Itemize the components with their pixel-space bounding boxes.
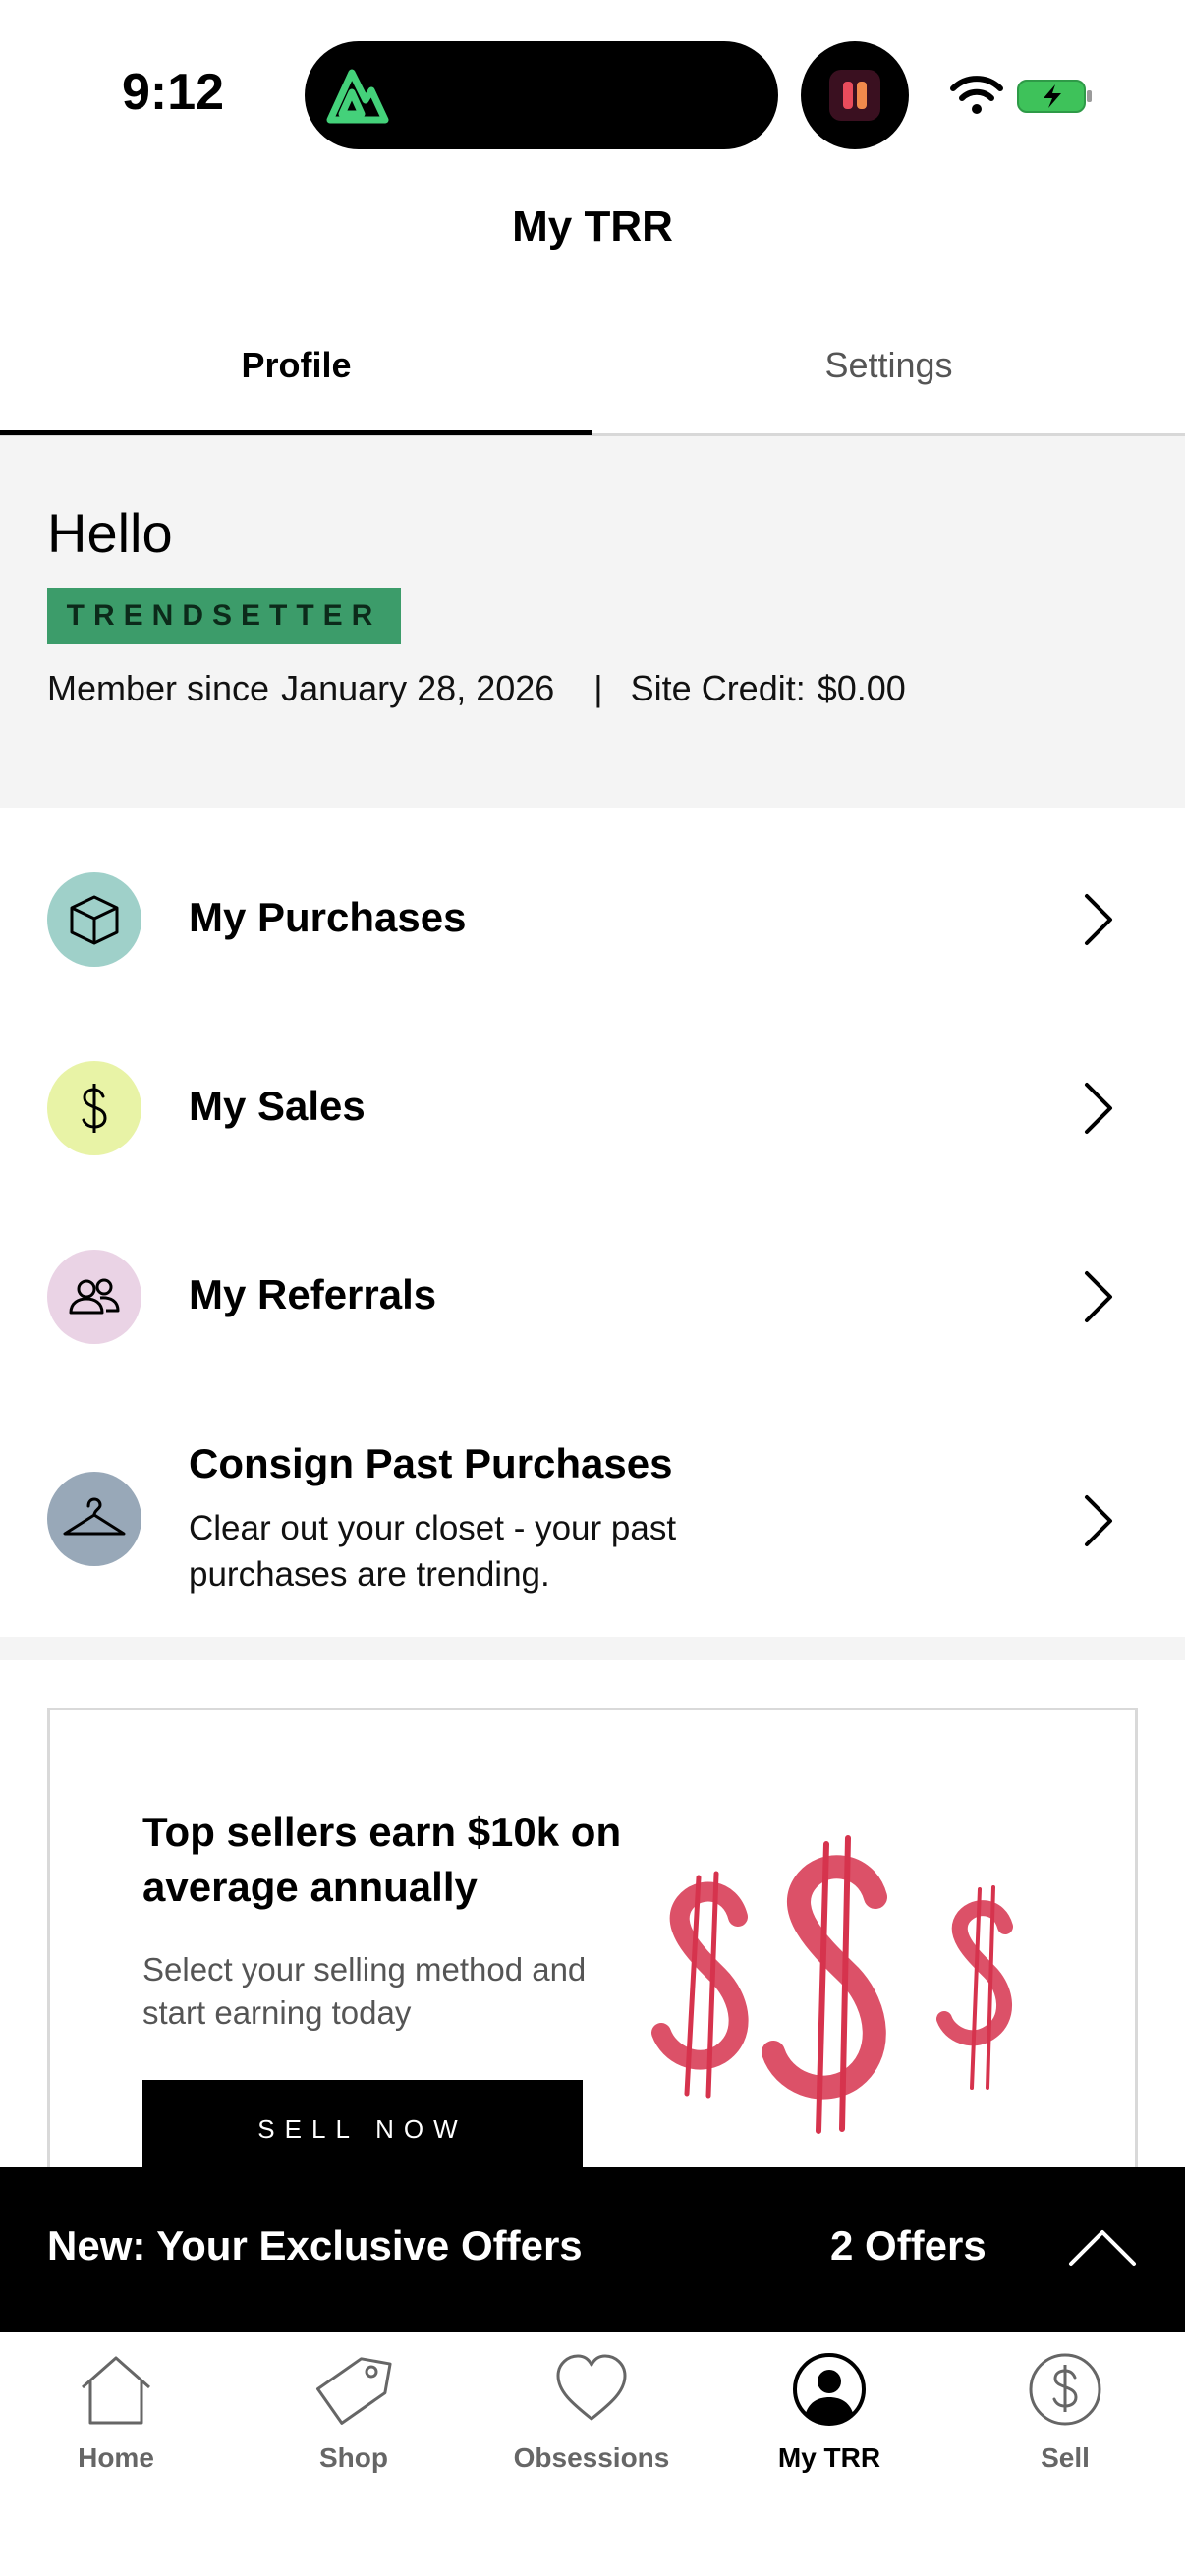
dollar-signs-illustration	[651, 1835, 1013, 2134]
status-time: 9:12	[122, 64, 225, 121]
separator: |	[593, 668, 603, 708]
site-credit-value: $0.00	[817, 668, 906, 708]
chevron-up-icon[interactable]	[1067, 2226, 1138, 2269]
profile-summary: Hello TRENDSETTER Member since January 28…	[0, 436, 1185, 808]
tab-profile[interactable]: Profile	[0, 295, 592, 436]
member-since-label: Member since	[47, 668, 270, 708]
promo-subtitle: Select your selling method and start ear…	[142, 1951, 587, 2031]
active-tab-indicator	[0, 430, 592, 435]
promo-title: Top sellers earn $10k on average annuall…	[142, 1809, 622, 1910]
battery-charging-icon	[1017, 80, 1092, 113]
site-credit-label: Site Credit:	[630, 668, 806, 708]
menu-icon-circle	[47, 1061, 141, 1155]
hanger-icon	[63, 1497, 126, 1536]
menu-item-my-sales[interactable]: My Sales	[0, 996, 1185, 1185]
tab-settings[interactable]: Settings	[592, 295, 1185, 436]
menu-label: My Purchases	[189, 894, 467, 940]
nav-label: Sell	[1041, 2442, 1090, 2473]
chevron-right-icon	[1085, 1271, 1112, 1322]
menu-item-my-referrals[interactable]: My Referrals	[0, 1185, 1185, 1373]
bottom-nav: Home Shop Obsessions My TRR Sell	[0, 2332, 1185, 2576]
home-icon	[82, 2356, 150, 2425]
nav-sell[interactable]: Sell	[957, 2350, 1173, 2507]
app-activity-icon	[829, 70, 880, 121]
member-info: Member since January 28, 2026 | Site Credit…	[47, 668, 918, 709]
nav-label: My TRR	[777, 2442, 881, 2473]
box-icon	[70, 895, 119, 945]
nav-label: Shop	[319, 2442, 388, 2473]
menu-label: My Sales	[189, 1083, 366, 1129]
nav-my-trr[interactable]: My TRR	[721, 2350, 937, 2507]
page-title: My TRR	[512, 202, 673, 251]
menu-label: My Referrals	[189, 1271, 437, 1317]
chevron-right-icon	[1085, 1495, 1112, 1546]
chevron-right-icon	[1085, 1083, 1112, 1134]
menu-icon-circle	[47, 1472, 141, 1566]
greeting: Hello	[47, 502, 173, 564]
section-divider	[0, 1637, 1185, 1660]
menu-icon-circle	[47, 1250, 141, 1344]
menu-label: Consign Past Purchases	[189, 1440, 673, 1486]
tab-bar: Profile Settings	[0, 295, 1185, 436]
chevron-right-icon	[1085, 894, 1112, 945]
member-since-date: January 28, 2026	[281, 668, 555, 708]
live-activity-indicator	[801, 41, 909, 149]
status-bar: 9:12	[0, 0, 1185, 177]
nav-obsessions[interactable]: Obsessions	[483, 2350, 700, 2507]
menu-item-consign-past-purchases[interactable]: Consign Past Purchases Clear out your cl…	[0, 1373, 1185, 1637]
offers-count: 2 Offers	[830, 2222, 987, 2268]
dollar-icon	[82, 1084, 107, 1133]
nav-label: Obsessions	[513, 2442, 670, 2473]
menu-sublabel: Clear out your closet - your past purcha…	[189, 1509, 677, 1594]
nav-label: Home	[78, 2442, 154, 2473]
dynamic-island	[305, 41, 778, 149]
menu-item-my-purchases[interactable]: My Purchases	[0, 808, 1185, 996]
nav-shop[interactable]: Shop	[246, 2350, 462, 2507]
dollar-circle-icon	[1029, 2353, 1101, 2426]
heart-icon	[556, 2354, 627, 2421]
menu-icon-circle	[47, 872, 141, 967]
offers-title: New: Your Exclusive Offers	[47, 2222, 583, 2268]
mountain-app-icon	[326, 69, 389, 124]
profile-icon	[793, 2353, 866, 2426]
exclusive-offers-bar[interactable]: New: Your Exclusive Offers 2 Offers	[0, 2167, 1185, 2332]
tag-icon	[316, 2357, 392, 2425]
tier-badge: TRENDSETTER	[47, 588, 401, 644]
wifi-icon	[950, 76, 1003, 114]
sell-now-button[interactable]: SELL NOW	[142, 2080, 583, 2178]
nav-home[interactable]: Home	[8, 2350, 224, 2507]
people-icon	[69, 1278, 120, 1315]
